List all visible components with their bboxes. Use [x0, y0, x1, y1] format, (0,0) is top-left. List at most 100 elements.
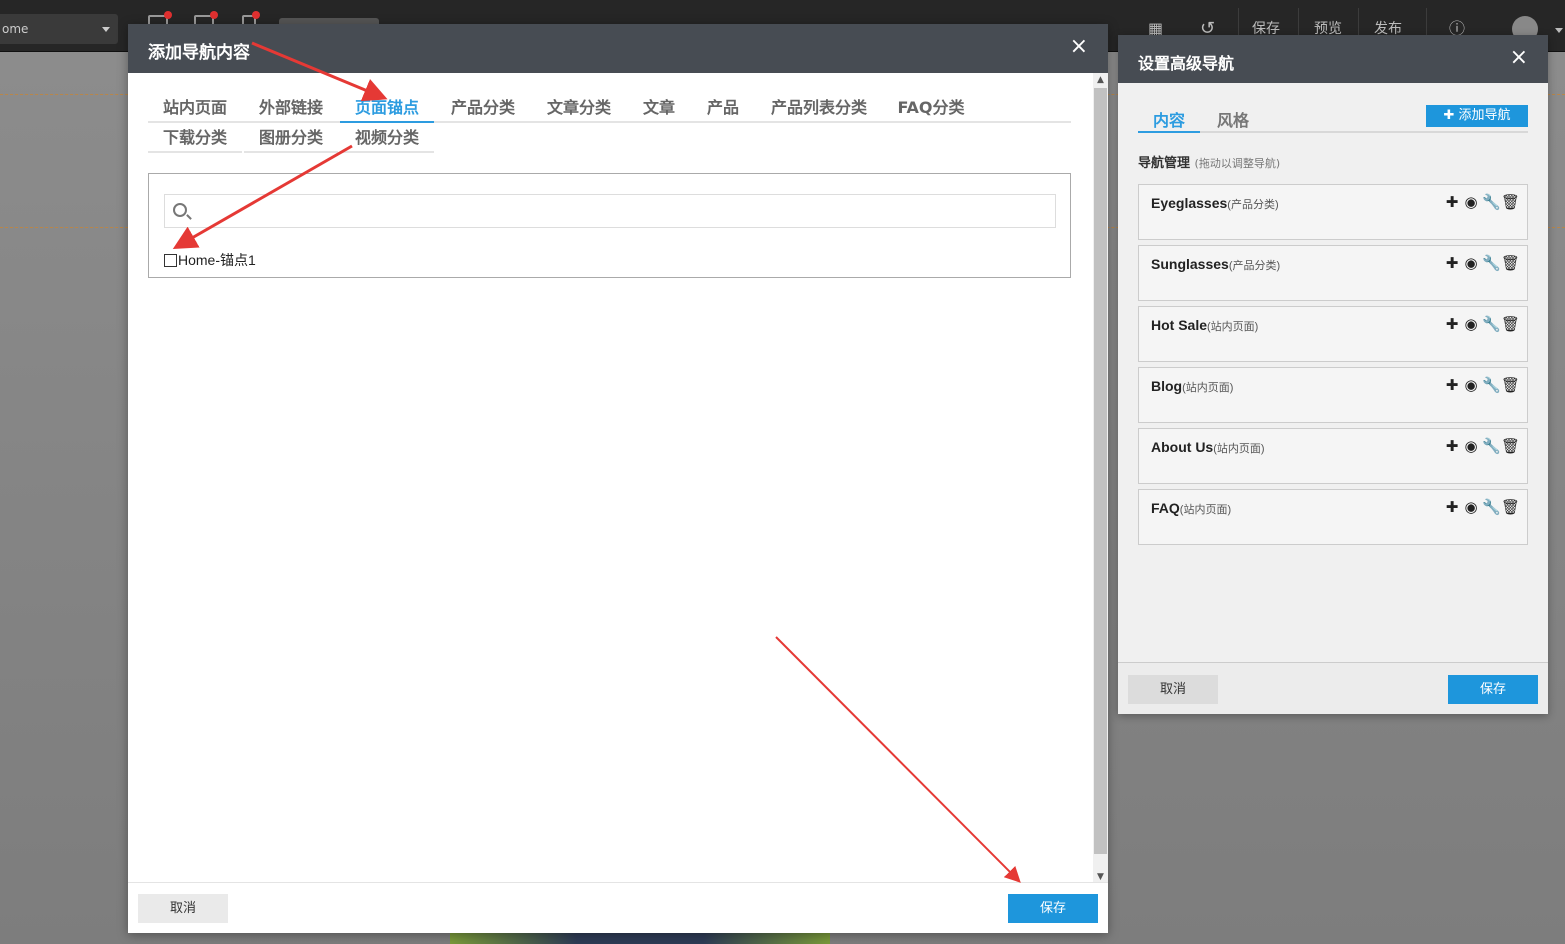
nav-item-title: Blog(站内页面): [1151, 378, 1233, 395]
search-box: [164, 194, 1056, 228]
add-nav-content-dialog: 添加导航内容 × 站内页面 外部链接 页面锚点 产品分类 文章分类 文章 产品 …: [128, 24, 1108, 933]
tab-album-categories[interactable]: 图册分类: [244, 126, 338, 153]
nav-item[interactable]: Eyeglasses(产品分类) ✚ ◉ 🔧🗑: [1138, 184, 1528, 240]
plus-icon[interactable]: ✚: [1444, 377, 1460, 393]
close-icon[interactable]: ×: [1510, 47, 1528, 69]
wrench-icon[interactable]: 🔧: [1482, 377, 1501, 393]
eye-icon[interactable]: ◉: [1463, 438, 1479, 454]
nav-item-actions: ✚ ◉ 🔧🗑: [1441, 255, 1520, 271]
save-button[interactable]: 保存: [1008, 894, 1098, 923]
plus-icon: ✚: [1443, 108, 1459, 123]
tab-product-list-categories[interactable]: 产品列表分类: [756, 96, 882, 123]
nav-item-actions: ✚ ◉ 🔧🗑: [1441, 316, 1520, 332]
tab-download-categories[interactable]: 下载分类: [148, 126, 242, 153]
nav-mgmt-label: 导航管理: [1138, 156, 1191, 171]
tab-external-links[interactable]: 外部链接: [244, 96, 338, 123]
add-nav-button[interactable]: ✚ 添加导航: [1426, 105, 1528, 127]
nav-item-name: Hot Sale: [1151, 317, 1208, 333]
nav-item-actions: ✚ ◉ 🔧🗑: [1441, 499, 1520, 515]
eye-icon[interactable]: ◉: [1463, 194, 1479, 210]
advanced-nav-panel: 设置高级导航 × 内容 风格 ✚ 添加导航 导航管理 (拖动以调整导航) Eye…: [1118, 35, 1548, 714]
nav-item-name: Eyeglasses: [1151, 195, 1228, 211]
nav-item-actions: ✚ ◉ 🔧🗑: [1441, 377, 1520, 393]
search-input[interactable]: [199, 195, 1049, 227]
notification-dot: [252, 11, 260, 19]
nav-item-title: About Us(站内页面): [1151, 439, 1265, 456]
dialog-title: 添加导航内容: [148, 43, 250, 63]
tab-article-categories[interactable]: 文章分类: [532, 96, 626, 123]
nav-item-type: (站内页面): [1213, 443, 1265, 455]
nav-management-heading: 导航管理 (拖动以调整导航): [1138, 152, 1280, 171]
nav-item[interactable]: Hot Sale(站内页面) ✚ ◉ 🔧🗑: [1138, 306, 1528, 362]
trash-icon[interactable]: 🗑: [1501, 194, 1520, 210]
eye-icon[interactable]: ◉: [1463, 255, 1479, 271]
anchor-label: Home-锚点1: [178, 252, 256, 268]
plus-icon[interactable]: ✚: [1444, 255, 1460, 271]
plus-icon[interactable]: ✚: [1444, 194, 1460, 210]
nav-item-name: FAQ: [1151, 500, 1180, 516]
nav-item-type: (产品分类): [1227, 199, 1279, 211]
page-select-label: ome: [2, 22, 29, 36]
notification-dot: [164, 11, 172, 19]
panel-cancel-button[interactable]: 取消: [1128, 675, 1218, 704]
tab-content[interactable]: 内容: [1138, 107, 1200, 133]
nav-item-type: (站内页面): [1207, 321, 1259, 333]
wrench-icon[interactable]: 🔧: [1482, 499, 1501, 515]
tab-faq-categories[interactable]: FAQ分类: [884, 96, 978, 123]
plus-icon[interactable]: ✚: [1444, 438, 1460, 454]
plus-icon[interactable]: ✚: [1444, 316, 1460, 332]
nav-item-title: Hot Sale(站内页面): [1151, 317, 1258, 334]
close-icon[interactable]: ×: [1070, 36, 1088, 58]
page-image: [450, 932, 830, 944]
anchor-list-panel: Home-锚点1: [148, 173, 1071, 278]
anchor-checkbox[interactable]: [164, 254, 177, 267]
wrench-icon[interactable]: 🔧: [1482, 438, 1501, 454]
nav-item-type: (产品分类): [1228, 260, 1281, 272]
nav-item[interactable]: About Us(站内页面) ✚ ◉ 🔧🗑: [1138, 428, 1528, 484]
tab-page-anchors[interactable]: 页面锚点: [340, 96, 434, 123]
panel-title: 设置高级导航: [1138, 54, 1235, 73]
eye-icon[interactable]: ◉: [1463, 377, 1479, 393]
nav-mgmt-hint: (拖动以调整导航): [1194, 157, 1281, 170]
search-icon: [173, 203, 187, 217]
tab-site-pages[interactable]: 站内页面: [148, 96, 242, 123]
page-select[interactable]: ome: [0, 14, 118, 44]
tab-style[interactable]: 风格: [1204, 107, 1262, 133]
trash-icon[interactable]: 🗑: [1501, 316, 1520, 332]
nav-item-name: About Us: [1151, 439, 1214, 455]
tab-product-categories[interactable]: 产品分类: [436, 96, 530, 123]
tab-video-categories[interactable]: 视频分类: [340, 126, 434, 153]
wrench-icon[interactable]: 🔧: [1482, 194, 1501, 210]
scrollbar-thumb[interactable]: [1094, 88, 1107, 854]
wrench-icon[interactable]: 🔧: [1482, 316, 1501, 332]
notification-dot: [210, 11, 218, 19]
add-nav-label: 添加导航: [1458, 108, 1511, 123]
eye-icon[interactable]: ◉: [1463, 499, 1479, 515]
nav-item-actions: ✚ ◉ 🔧🗑: [1441, 194, 1520, 210]
wrench-icon[interactable]: 🔧: [1482, 255, 1501, 271]
nav-item-type: (站内页面): [1179, 504, 1232, 516]
panel-save-button[interactable]: 保存: [1448, 675, 1538, 704]
chevron-down-icon[interactable]: [1555, 28, 1563, 33]
nav-item-type: (站内页面): [1182, 382, 1234, 394]
nav-item[interactable]: FAQ(站内页面) ✚ ◉ 🔧🗑: [1138, 489, 1528, 545]
nav-item[interactable]: Blog(站内页面) ✚ ◉ 🔧🗑: [1138, 367, 1528, 423]
scroll-up-icon[interactable]: ▲: [1094, 74, 1107, 86]
list-item[interactable]: Home-锚点1: [164, 250, 256, 268]
nav-item-title: Eyeglasses(产品分类): [1151, 195, 1279, 212]
trash-icon[interactable]: 🗑: [1501, 499, 1520, 515]
trash-icon[interactable]: 🗑: [1501, 255, 1520, 271]
nav-item-name: Blog: [1151, 378, 1183, 394]
trash-icon[interactable]: 🗑: [1501, 377, 1520, 393]
plus-icon[interactable]: ✚: [1444, 499, 1460, 515]
eye-icon[interactable]: ◉: [1463, 316, 1479, 332]
tab-articles[interactable]: 文章: [628, 96, 690, 123]
nav-item[interactable]: Sunglasses(产品分类) ✚ ◉ 🔧🗑: [1138, 245, 1528, 301]
panel-header: 设置高级导航 ×: [1118, 35, 1548, 83]
trash-icon[interactable]: 🗑: [1501, 438, 1520, 454]
tab-products[interactable]: 产品: [692, 96, 754, 123]
nav-item-title: Sunglasses(产品分类): [1151, 256, 1280, 273]
cancel-button[interactable]: 取消: [138, 894, 228, 923]
nav-item-title: FAQ(站内页面): [1151, 500, 1231, 517]
nav-item-name: Sunglasses: [1151, 256, 1229, 272]
